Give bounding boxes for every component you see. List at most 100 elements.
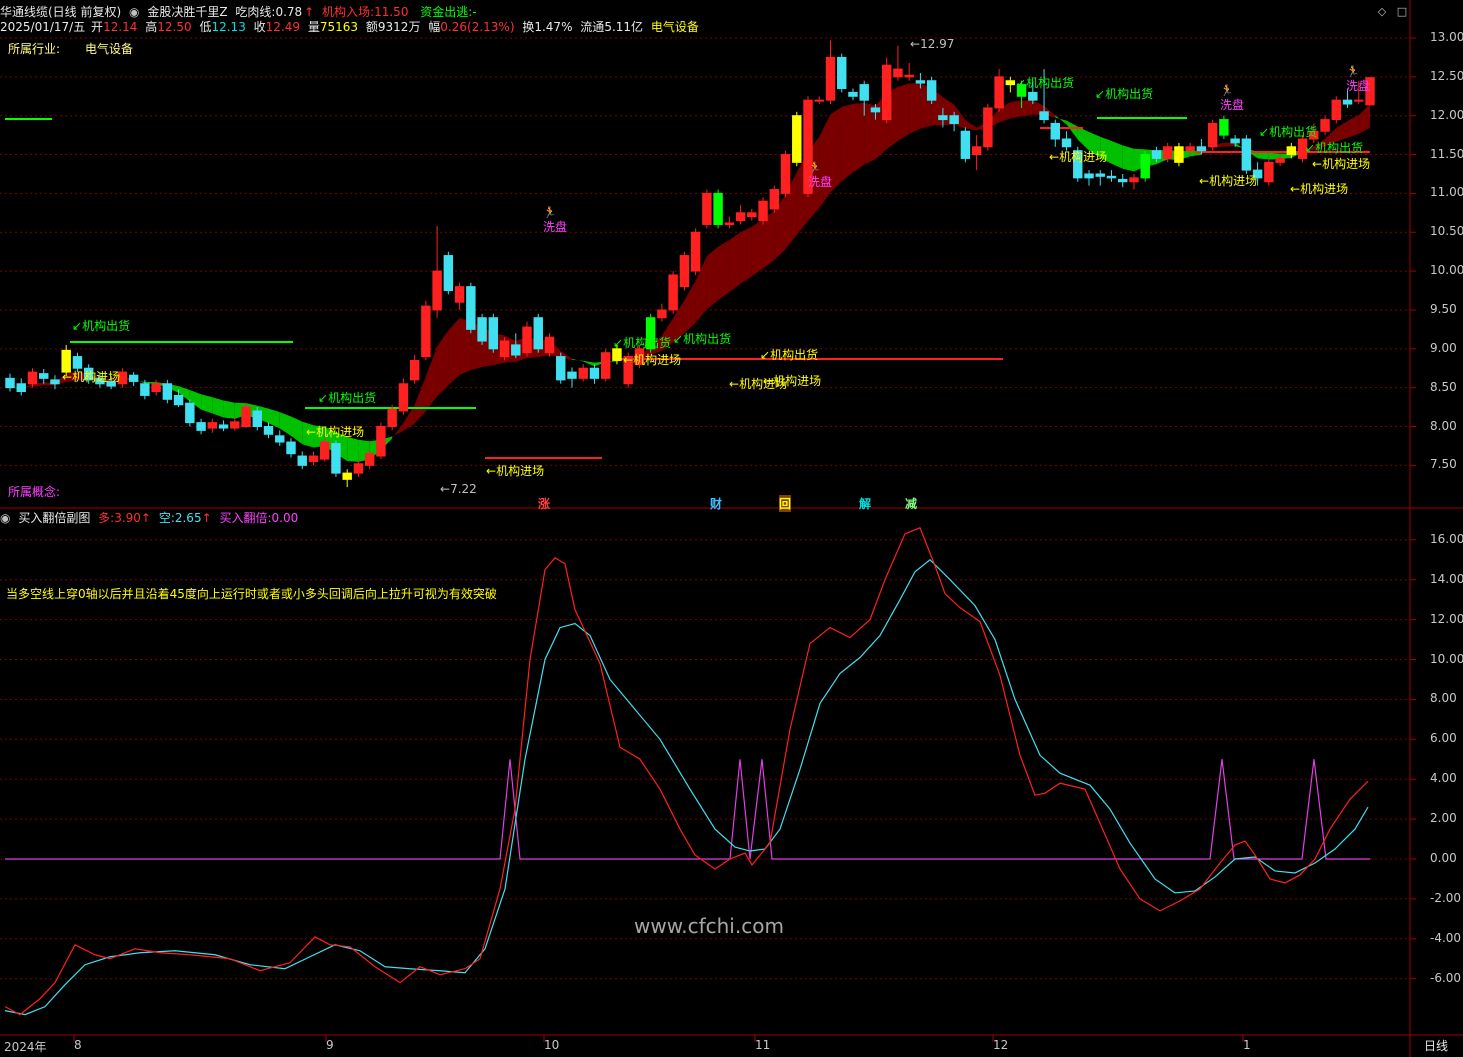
candle-body — [702, 192, 712, 225]
inst-out-label[interactable]: ↙机构出货 — [1305, 139, 1363, 156]
inst-in-label[interactable]: ←机构进场 — [1199, 172, 1257, 189]
inst-out-label[interactable]: ↙机构出货 — [318, 389, 376, 406]
inst-in-label[interactable]: ←机构进场 — [1312, 155, 1370, 172]
candle-body — [196, 422, 206, 431]
candle-body — [1241, 138, 1252, 171]
candle-body — [938, 115, 948, 121]
buy-double-value: 0.00 — [271, 511, 299, 525]
candle-body — [780, 154, 791, 194]
wash-marker[interactable]: 🏃 洗盘 — [543, 207, 567, 235]
wash-text: 洗盘 — [808, 175, 833, 189]
candle-body — [1185, 146, 1195, 152]
sub-tick-label: -4.00 — [1430, 930, 1462, 945]
candle-body — [376, 426, 386, 457]
period-selector[interactable]: 日线 — [1424, 1037, 1448, 1054]
candle-body — [1061, 138, 1072, 148]
inst-out-label[interactable]: ↙机构出货 — [1095, 85, 1153, 102]
event-unlock[interactable]: 解 — [859, 495, 871, 512]
inst-in-label[interactable]: ←机构进场 — [1049, 148, 1107, 165]
low-price-mark: ←7.22 — [440, 482, 477, 496]
inst-in-label-text: 机构进场 — [1059, 150, 1108, 164]
inst-out-label[interactable]: ↙机构出货 — [613, 334, 671, 351]
trend-band-segment — [706, 246, 719, 310]
candle-body — [1207, 122, 1218, 148]
wash-marker[interactable]: 🏃 洗盘 — [1220, 85, 1244, 113]
candle-body — [5, 377, 15, 389]
trend-band-segment — [223, 400, 235, 419]
inst-in-label[interactable]: ←机构进场 — [486, 462, 544, 479]
inst-out-label[interactable]: ↙机构出货 — [673, 330, 731, 347]
candle-body — [1084, 173, 1094, 179]
trend-band-segment — [212, 397, 224, 418]
candle-body — [286, 441, 296, 455]
candle-body — [915, 80, 926, 84]
event-finance[interactable]: 财 — [710, 495, 722, 512]
candle-body — [1151, 150, 1162, 159]
candle-body — [319, 441, 330, 460]
candle-body — [218, 424, 229, 429]
event-buyback[interactable]: 回 — [779, 495, 792, 512]
buy-double-line — [5, 759, 1370, 860]
candle-body — [1050, 122, 1061, 140]
open-label: 开 — [91, 20, 104, 34]
stock-title[interactable]: 华通线缆(日线 前复权) — [0, 5, 121, 19]
candle-body — [1230, 138, 1240, 144]
candle-body — [533, 317, 543, 350]
inst-enter-label: 机构入场: — [322, 5, 375, 19]
inst-in-label[interactable]: ←机构进场 — [1290, 180, 1348, 197]
sub-tick-label: 4.00 — [1430, 771, 1457, 786]
duo-value: 3.90 — [114, 511, 141, 525]
quote-date: 2025/01/17/五 — [0, 20, 86, 34]
indicator-name[interactable]: 金股决胜千里Z — [147, 5, 227, 19]
diamond-icon[interactable]: ◇ — [1376, 6, 1388, 18]
candle-body — [735, 212, 746, 222]
inst-out-label-text: 机构出货 — [770, 348, 819, 362]
watermark: www.cfchi.com — [634, 914, 784, 938]
trend-band-segment — [1111, 141, 1123, 169]
sub-toggle-icon[interactable]: ◉ — [0, 511, 10, 525]
candle-body — [1275, 157, 1285, 163]
low-price-value: 7.22 — [450, 482, 477, 496]
inst-in-label[interactable]: ←机构进场 — [62, 368, 120, 385]
close-label: 收 — [253, 20, 266, 34]
float-label: 流通 — [580, 20, 605, 34]
candle-body — [409, 359, 420, 381]
candle-body — [1095, 173, 1105, 177]
inst-in-label[interactable]: ←机构进场 — [306, 423, 364, 440]
maximize-icon[interactable]: □ — [1396, 6, 1408, 18]
candle-body — [893, 68, 903, 78]
candle-body — [904, 74, 914, 78]
high-label: 高 — [145, 20, 158, 34]
event-reduce[interactable]: 减 — [905, 495, 917, 512]
inst-out-label[interactable]: ↙机构出货 — [760, 346, 818, 363]
inst-out-label-text: 机构出货 — [1105, 87, 1154, 101]
inst-out-label[interactable]: ↙机构出货 — [1259, 123, 1317, 140]
wash-marker[interactable]: 🏃 洗盘 — [1346, 66, 1370, 94]
candle-body — [477, 317, 487, 342]
candle-body — [589, 367, 600, 379]
inst-out-label[interactable]: ↙机构出货 — [72, 317, 130, 334]
candle-body — [1342, 99, 1353, 105]
concept-label: 所属概念: — [8, 485, 61, 499]
inst-in-label[interactable]: ←机构进场 — [623, 351, 681, 368]
open-value: 12.14 — [103, 20, 138, 34]
change-label: 幅 — [428, 20, 441, 34]
inst-out-label[interactable]: ↙机构出货 — [1016, 74, 1074, 91]
float-value: 5.11亿 — [604, 20, 644, 34]
kong-arrow-icon: ↑ — [201, 511, 212, 525]
candle-body — [792, 115, 802, 163]
amount-value: 9312万 — [377, 20, 421, 34]
fund-exit-value: - — [472, 5, 477, 19]
wash-marker[interactable]: 🏃 洗盘 — [808, 162, 833, 190]
close-value: 12.49 — [265, 20, 301, 34]
price-tick-label: 10.50 — [1430, 224, 1463, 239]
chart-canvas[interactable] — [0, 0, 1463, 1057]
sub-panel-title[interactable]: 买入翻倍副图 — [18, 511, 90, 525]
event-rise[interactable]: 涨 — [538, 495, 550, 512]
arrow-up-icon: ↑ — [304, 5, 315, 19]
indicator-toggle-icon[interactable]: ◉ — [129, 5, 139, 19]
candle-body — [690, 231, 701, 272]
candle-body — [769, 189, 780, 210]
kong-line — [4, 558, 1369, 1016]
inst-in-label[interactable]: ←机构进场 — [763, 372, 821, 389]
